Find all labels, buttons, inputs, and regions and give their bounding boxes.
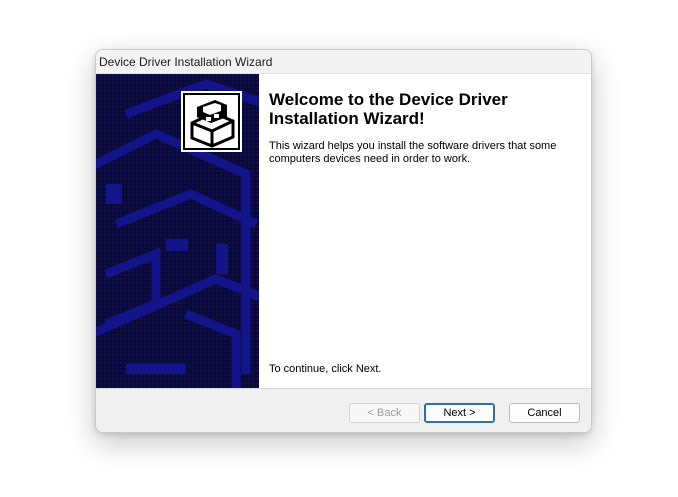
cancel-button[interactable]: Cancel: [509, 403, 580, 423]
continue-hint: To continue, click Next.: [269, 363, 382, 375]
button-bar: < Back Next > Cancel: [96, 388, 591, 432]
wizard-banner: [96, 74, 259, 388]
wizard-window: Device Driver Installation Wizard Welcom…: [95, 49, 592, 433]
back-button[interactable]: < Back: [349, 403, 420, 423]
wizard-description: This wizard helps you install the softwa…: [269, 140, 557, 165]
desktop-background: Device Driver Installation Wizard Welcom…: [0, 0, 678, 497]
driver-install-box-icon: [181, 91, 242, 152]
next-button[interactable]: Next >: [424, 403, 495, 423]
title-bar[interactable]: Device Driver Installation Wizard: [96, 50, 591, 74]
wizard-content: Welcome to the Device Driver Installatio…: [259, 74, 591, 388]
window-title: Device Driver Installation Wizard: [99, 55, 273, 69]
welcome-heading: Welcome to the Device Driver Installatio…: [269, 90, 508, 128]
